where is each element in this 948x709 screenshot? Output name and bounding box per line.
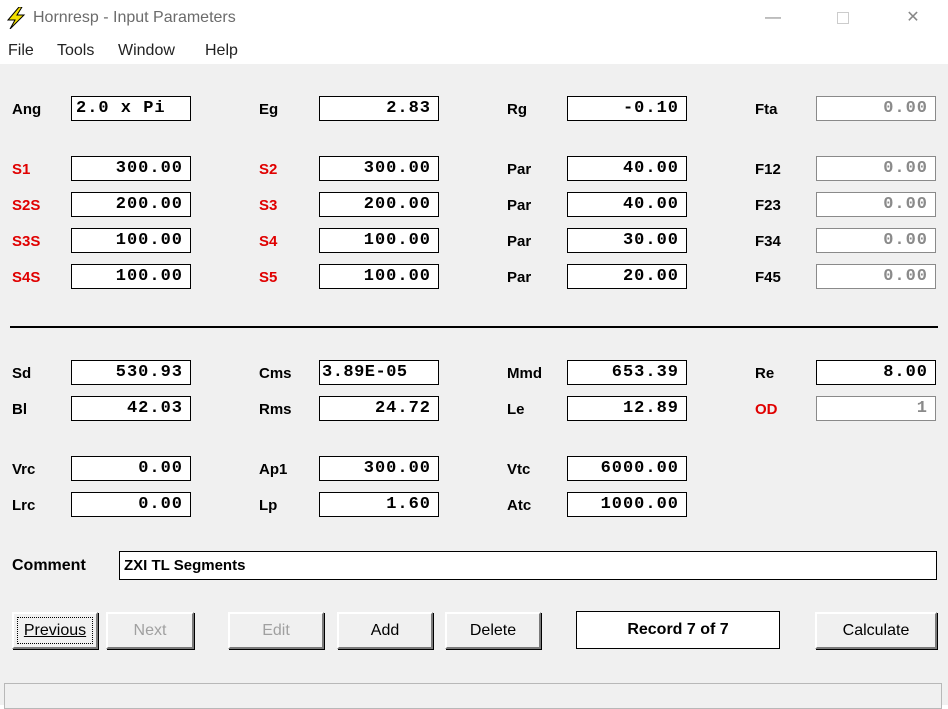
atc-field[interactable]: 1000.00 bbox=[567, 492, 687, 517]
label-vrc: Vrc bbox=[12, 461, 36, 478]
label-s2: S2 bbox=[259, 161, 278, 178]
s2-field[interactable]: 300.00 bbox=[319, 156, 439, 181]
section-divider bbox=[10, 326, 938, 328]
le-field[interactable]: 12.89 bbox=[567, 396, 687, 421]
re-field[interactable]: 8.00 bbox=[816, 360, 936, 385]
label-lp: Lp bbox=[259, 497, 278, 514]
label-lrc: Lrc bbox=[12, 497, 36, 514]
label-eg: Eg bbox=[259, 101, 279, 118]
minimize-button[interactable]: — bbox=[750, 4, 796, 32]
label-s3: S3 bbox=[259, 197, 278, 214]
add-button-label: Add bbox=[370, 622, 400, 639]
comment-field[interactable]: ZXI TL Segments bbox=[119, 551, 937, 580]
mmd-field[interactable]: 653.39 bbox=[567, 360, 687, 385]
label-s3s: S3S bbox=[12, 233, 41, 250]
add-button[interactable]: Add bbox=[337, 612, 433, 649]
label-ang: Ang bbox=[12, 101, 42, 118]
previous-button[interactable]: Previous bbox=[12, 612, 98, 649]
rg-field[interactable]: -0.10 bbox=[567, 96, 687, 121]
s3-field[interactable]: 200.00 bbox=[319, 192, 439, 217]
label-s1: S1 bbox=[12, 161, 31, 178]
label-sd: Sd bbox=[12, 365, 32, 382]
status-bar bbox=[4, 683, 942, 709]
eg-field[interactable]: 2.83 bbox=[319, 96, 439, 121]
label-le: Le bbox=[507, 401, 525, 418]
f23-field[interactable]: 0.00 bbox=[816, 192, 936, 217]
label-mmd: Mmd bbox=[507, 365, 542, 382]
calculate-button[interactable]: Calculate bbox=[815, 612, 937, 649]
minimize-icon: — bbox=[765, 9, 781, 26]
next-button[interactable]: Next bbox=[106, 612, 194, 649]
edit-button-label: Edit bbox=[262, 622, 290, 639]
menu-window[interactable]: Window bbox=[118, 42, 175, 60]
delete-button[interactable]: Delete bbox=[445, 612, 541, 649]
label-bl: Bl bbox=[12, 401, 27, 418]
lrc-field[interactable]: 0.00 bbox=[71, 492, 191, 517]
par-2-field[interactable]: 40.00 bbox=[567, 192, 687, 217]
label-s4s: S4S bbox=[12, 269, 41, 286]
label-s5: S5 bbox=[259, 269, 278, 286]
s4s-field[interactable]: 100.00 bbox=[71, 264, 191, 289]
label-par-2: Par bbox=[507, 197, 532, 214]
f12-field[interactable]: 0.00 bbox=[816, 156, 936, 181]
label-s4: S4 bbox=[259, 233, 278, 250]
s3s-field[interactable]: 100.00 bbox=[71, 228, 191, 253]
s4-field[interactable]: 100.00 bbox=[319, 228, 439, 253]
ang-field[interactable]: 2.0 x Pi bbox=[71, 96, 191, 121]
par-1-field[interactable]: 40.00 bbox=[567, 156, 687, 181]
title-bar: Hornresp - Input Parameters — ✕ bbox=[0, 0, 948, 38]
calculate-button-label: Calculate bbox=[842, 622, 910, 639]
cms-field[interactable]: 3.89E-05 bbox=[319, 360, 439, 385]
s1-field[interactable]: 300.00 bbox=[71, 156, 191, 181]
label-par-1: Par bbox=[507, 161, 532, 178]
par-4-field[interactable]: 20.00 bbox=[567, 264, 687, 289]
rms-field[interactable]: 24.72 bbox=[319, 396, 439, 421]
label-f45: F45 bbox=[755, 269, 781, 286]
vrc-field[interactable]: 0.00 bbox=[71, 456, 191, 481]
label-f12: F12 bbox=[755, 161, 781, 178]
label-s2s: S2S bbox=[12, 197, 41, 214]
label-f23: F23 bbox=[755, 197, 781, 214]
maximize-button[interactable] bbox=[820, 4, 866, 32]
label-rg: Rg bbox=[507, 101, 527, 118]
lightning-bolt-icon bbox=[6, 7, 26, 29]
edit-button[interactable]: Edit bbox=[228, 612, 324, 649]
fta-field[interactable]: 0.00 bbox=[816, 96, 936, 121]
s5-field[interactable]: 100.00 bbox=[319, 264, 439, 289]
menu-help[interactable]: Help bbox=[205, 42, 238, 60]
menu-bar: File Tools Window Help bbox=[0, 38, 948, 64]
menu-tools[interactable]: Tools bbox=[57, 42, 94, 60]
vtc-field[interactable]: 6000.00 bbox=[567, 456, 687, 481]
f45-field[interactable]: 0.00 bbox=[816, 264, 936, 289]
label-ap1: Ap1 bbox=[259, 461, 288, 478]
ap1-field[interactable]: 300.00 bbox=[319, 456, 439, 481]
label-par-4: Par bbox=[507, 269, 532, 286]
f34-field[interactable]: 0.00 bbox=[816, 228, 936, 253]
label-comment: Comment bbox=[12, 557, 86, 574]
s2s-field[interactable]: 200.00 bbox=[71, 192, 191, 217]
delete-button-label: Delete bbox=[469, 622, 517, 639]
next-button-label: Next bbox=[133, 622, 167, 639]
bl-field[interactable]: 42.03 bbox=[71, 396, 191, 421]
label-od: OD bbox=[755, 401, 778, 418]
previous-button-label: Previous bbox=[23, 622, 87, 639]
close-icon: ✕ bbox=[906, 9, 920, 26]
window-title: Hornresp - Input Parameters bbox=[33, 9, 236, 26]
label-rms: Rms bbox=[259, 401, 292, 418]
menu-file[interactable]: File bbox=[8, 42, 34, 60]
label-par-3: Par bbox=[507, 233, 532, 250]
par-3-field[interactable]: 30.00 bbox=[567, 228, 687, 253]
maximize-icon bbox=[837, 11, 849, 24]
od-field[interactable]: 1 bbox=[816, 396, 936, 421]
label-vtc: Vtc bbox=[507, 461, 531, 478]
sd-field[interactable]: 530.93 bbox=[71, 360, 191, 385]
label-cms: Cms bbox=[259, 365, 292, 382]
close-button[interactable]: ✕ bbox=[890, 4, 936, 32]
label-atc: Atc bbox=[507, 497, 532, 514]
label-re: Re bbox=[755, 365, 775, 382]
record-indicator: Record 7 of 7 bbox=[576, 611, 780, 649]
label-f34: F34 bbox=[755, 233, 781, 250]
label-fta: Fta bbox=[755, 101, 778, 118]
lp-field[interactable]: 1.60 bbox=[319, 492, 439, 517]
